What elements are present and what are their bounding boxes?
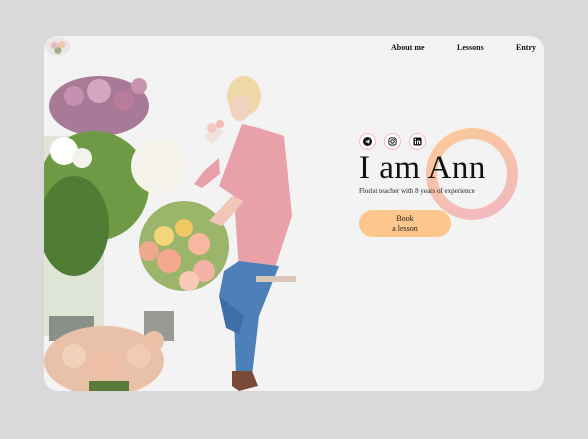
- hero-subtitle: Florist teacher with 8 years of experien…: [359, 187, 475, 195]
- nav-lessons[interactable]: Lessons: [457, 43, 484, 52]
- book-lesson-button[interactable]: Book a lesson: [359, 210, 451, 237]
- logo[interactable]: [46, 37, 70, 56]
- social-links: [359, 133, 426, 150]
- nav-about-me[interactable]: About me: [391, 43, 425, 52]
- nav-entry[interactable]: Entry: [516, 43, 536, 52]
- flower-stand: [44, 76, 229, 391]
- page-card: About me Lessons Entry I am Ann Florist …: [44, 36, 544, 391]
- telegram-icon[interactable]: [359, 133, 376, 150]
- hero-photo-florist: [44, 76, 296, 391]
- linkedin-icon[interactable]: [409, 133, 426, 150]
- instagram-icon[interactable]: [384, 133, 401, 150]
- hero-title: I am Ann: [359, 150, 486, 186]
- book-button-line2: a lesson: [392, 223, 418, 233]
- book-button-line1: Book: [396, 213, 414, 223]
